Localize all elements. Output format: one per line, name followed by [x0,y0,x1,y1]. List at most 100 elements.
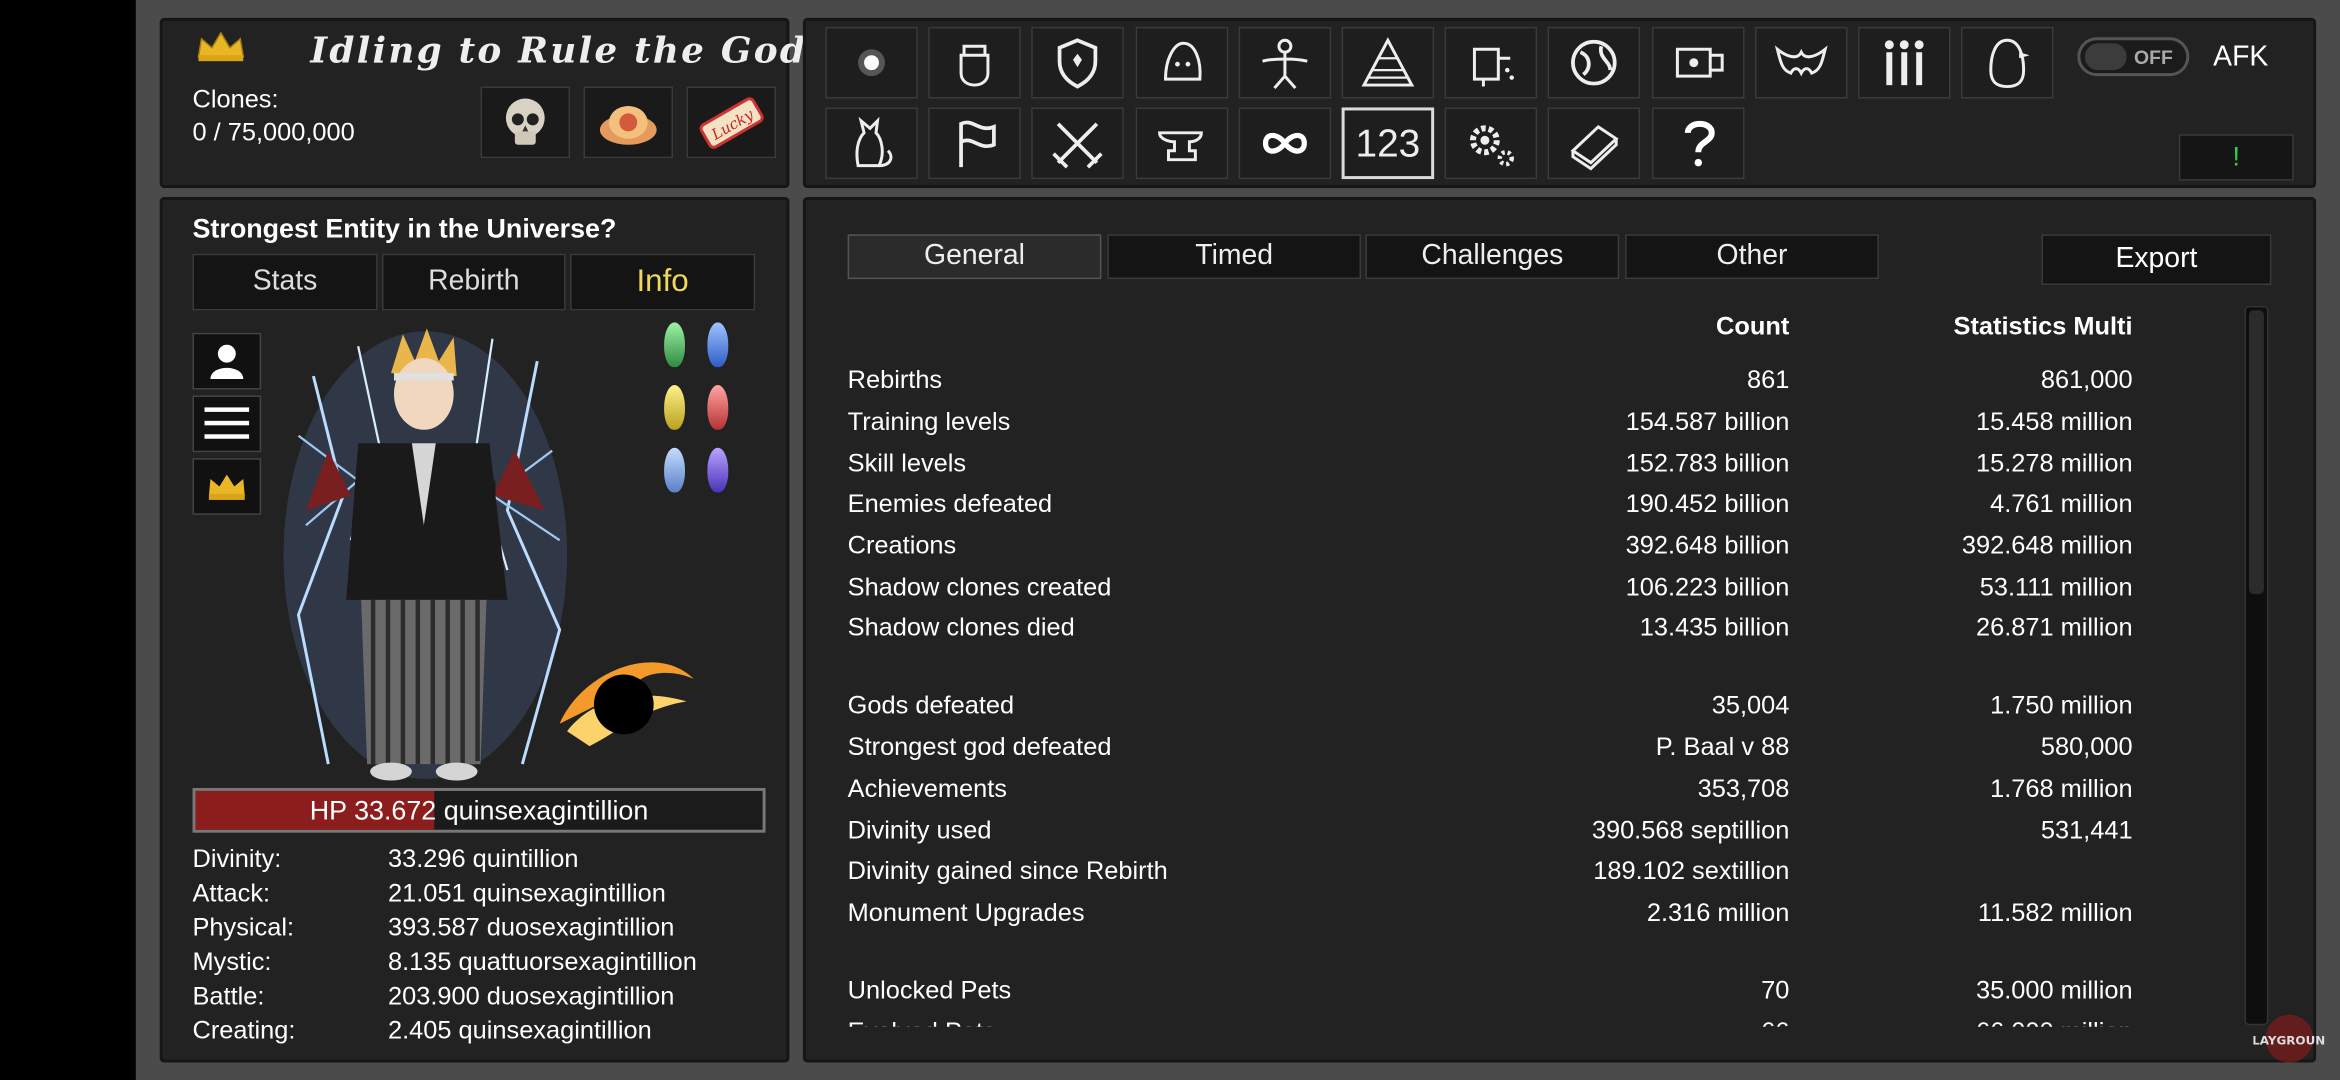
stat-count: 106.223 billion [1625,573,1790,602]
numbers-button[interactable]: 123 [1341,107,1435,180]
game-screen: Idling to Rule the Gods Clones: 0 / 75,0… [0,0,2340,1080]
bath-icon [1473,47,1515,87]
attribute-value: 203.900 duosexagintillion [388,981,675,1011]
skull-icon [505,98,545,145]
alert-button[interactable]: ! [2178,134,2294,181]
stat-count: 70 [1761,975,1790,1005]
tab-stats-label: Stats [252,265,318,297]
export-button[interactable]: Export [2041,234,2272,286]
fist-button[interactable] [928,26,1022,99]
stat-count: 66 [1761,1018,1789,1027]
help-button[interactable] [1651,107,1744,180]
hp-bar: HP 33.672 quinsexagintillion [192,787,766,833]
crown-icon [208,474,245,500]
statistics-list[interactable]: Rebirths 861 861,000 Training levels 154.587… [806,298,2313,1027]
stat-multi: 392.648 million [1961,531,2133,560]
tab-challenges-label: Challenges [1421,240,1564,272]
light-orb-button[interactable] [825,26,918,99]
export-label: Export [2115,243,2198,275]
blue-crystal-icon [707,322,729,368]
numbers-icon: 123 [1355,120,1421,165]
player-title: Strongest Entity in the Universe? [192,213,617,244]
settings-button[interactable] [1444,107,1538,180]
light-orb-icon [858,49,885,77]
tab-timed-label: Timed [1195,240,1274,272]
light-blue-crystal-icon [664,447,685,493]
stat-multi: 26.871 million [1976,613,2133,642]
stat-count: 152.783 billion [1625,449,1790,478]
attribute-value: 33.296 quintillion [388,844,579,874]
bat-button[interactable] [1754,26,1848,99]
hp-label: HP 33.672 quinsexagintillion [309,794,649,825]
flag-button[interactable] [928,107,1022,180]
alert-label: ! [2232,141,2241,172]
monster-button[interactable] [1135,26,1228,99]
stat-label: Monument Upgrades [847,898,1085,927]
menu-button[interactable] [192,395,262,453]
monster-icon [1163,41,1201,81]
stat-count: 154.587 billion [1625,407,1790,436]
red-crystal-icon [707,385,729,430]
stat-label: Skill levels [847,449,967,478]
penguin-button[interactable] [1961,26,2054,99]
bat-icon [1774,45,1828,77]
crown-button[interactable] [192,458,262,515]
world-button[interactable] [1548,26,1641,99]
pyramid-button[interactable] [1341,26,1435,99]
person-icon [210,344,244,380]
stat-count: 35,004 [1711,690,1790,720]
profile-button[interactable] [192,332,262,390]
infinity-button[interactable] [1238,107,1331,180]
clones-value: 0 / 75,000,000 [192,117,355,147]
skull-button[interactable] [480,86,571,159]
settings-icon [1470,125,1515,167]
book-button[interactable] [1548,107,1641,180]
tab-rebirth-label: Rebirth [428,265,520,297]
game-title: Idling to Rule the Gods [310,28,830,72]
tab-general-label: General [924,240,1025,272]
stat-multi: 1.768 million [1990,774,2133,803]
machine-button[interactable] [1651,26,1744,99]
tab-general[interactable]: General [847,234,1102,280]
shield-icon [1058,38,1098,89]
tab-timed[interactable]: Timed [1107,234,1362,280]
stat-label: Strongest god defeated [847,732,1112,762]
lucky-ticket-icon: Lucky [699,97,764,149]
stat-multi: 53.111 million [1979,573,2133,602]
bath-button[interactable] [1444,26,1538,99]
stat-multi: 580,000 [2040,732,2133,762]
toggle-knob [2084,43,2127,71]
playground-watermark-icon: PLAYGROUND [2243,1012,2335,1066]
scrollbar-thumb[interactable] [2248,310,2264,594]
world-icon [1571,39,1618,86]
stat-label: Shadow clones died [847,613,1075,642]
shield-button[interactable] [1031,26,1125,99]
tab-challenges[interactable]: Challenges [1365,234,1620,280]
flower-button[interactable] [583,86,674,159]
black-hole-icon [552,642,701,761]
lucky-button[interactable]: Lucky [686,86,777,159]
gods-button[interactable] [1857,26,1951,99]
stat-count: 392.648 billion [1625,531,1790,560]
stat-label: Creations [847,531,957,560]
creation-button[interactable] [1238,26,1331,99]
penguin-icon [1989,38,2030,89]
stat-count: P. Baal v 88 [1655,732,1790,762]
anvil-icon [1157,131,1203,162]
stat-label: Gods defeated [847,690,1015,720]
stat-count: 189.102 sextillion [1593,856,1790,885]
attribute-label: Attack: [192,878,271,908]
tab-rebirth[interactable]: Rebirth [382,253,566,311]
stat-count: 390.568 septillion [1591,816,1790,845]
cat-button[interactable] [825,107,918,180]
stat-label: Enemies defeated [847,489,1053,518]
stat-count: 190.452 billion [1625,489,1790,518]
scrollbar-track[interactable] [2244,305,2269,1026]
anvil-button[interactable] [1135,107,1228,180]
tab-other[interactable]: Other [1625,234,1879,280]
tab-stats[interactable]: Stats [192,253,378,311]
stat-multi: 35.000 million [1976,975,2133,1005]
tab-info[interactable]: Info [570,253,756,311]
afk-toggle[interactable]: OFF [2077,37,2190,77]
crossed-swords-button[interactable] [1031,107,1125,180]
